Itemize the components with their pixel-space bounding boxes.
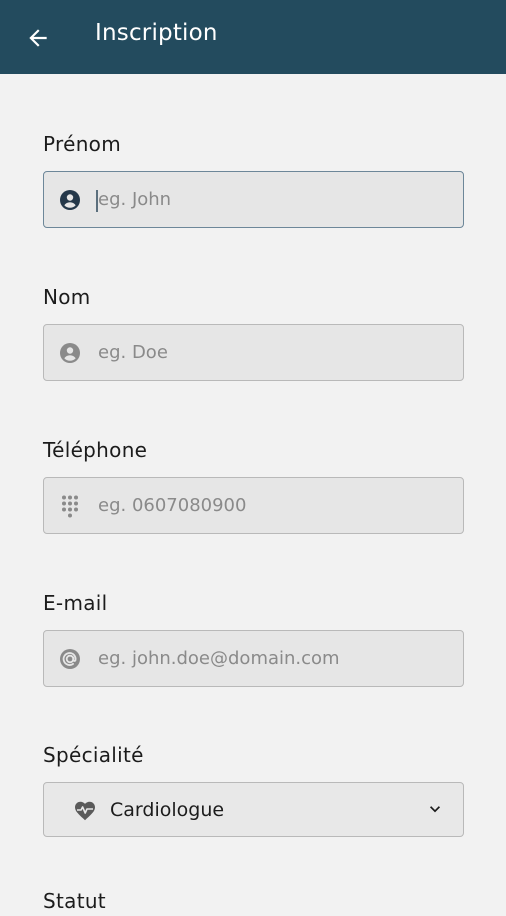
registration-form: Prénom Nom xyxy=(0,74,506,913)
dialpad-icon xyxy=(58,494,82,518)
phone-field: Téléphone xyxy=(43,435,464,534)
last-name-field: Nom xyxy=(43,282,464,381)
phone-label: Téléphone xyxy=(43,438,148,462)
chevron-down-icon xyxy=(423,797,447,821)
arrow-left-icon xyxy=(29,29,47,47)
specialty-select[interactable]: Cardiologue xyxy=(43,782,464,837)
email-field: E-mail xyxy=(43,588,464,687)
status-label: Statut xyxy=(43,889,106,913)
email-label: E-mail xyxy=(43,591,108,615)
app-bar: Inscription xyxy=(0,0,506,74)
last-name-input[interactable] xyxy=(98,342,438,363)
page-title: Inscription xyxy=(95,20,218,46)
phone-input[interactable] xyxy=(98,495,438,516)
at-sign-icon xyxy=(58,647,82,671)
email-input-box[interactable] xyxy=(43,630,464,687)
first-name-label: Prénom xyxy=(43,132,121,156)
text-cursor xyxy=(96,190,98,212)
status-field: Statut xyxy=(43,886,464,916)
account-circle-icon xyxy=(58,341,82,365)
last-name-label: Nom xyxy=(43,285,91,309)
heart-pulse-icon xyxy=(72,798,98,822)
email-input[interactable] xyxy=(98,648,438,669)
account-circle-icon xyxy=(58,188,82,212)
specialty-value: Cardiologue xyxy=(110,798,225,821)
specialty-label: Spécialité xyxy=(43,743,144,767)
first-name-input-box[interactable] xyxy=(43,171,464,228)
back-button[interactable] xyxy=(22,22,54,54)
phone-input-box[interactable] xyxy=(43,477,464,534)
first-name-input[interactable] xyxy=(98,189,438,210)
first-name-field: Prénom xyxy=(43,129,464,228)
last-name-input-box[interactable] xyxy=(43,324,464,381)
specialty-field: Spécialité Cardiologue xyxy=(43,740,464,837)
